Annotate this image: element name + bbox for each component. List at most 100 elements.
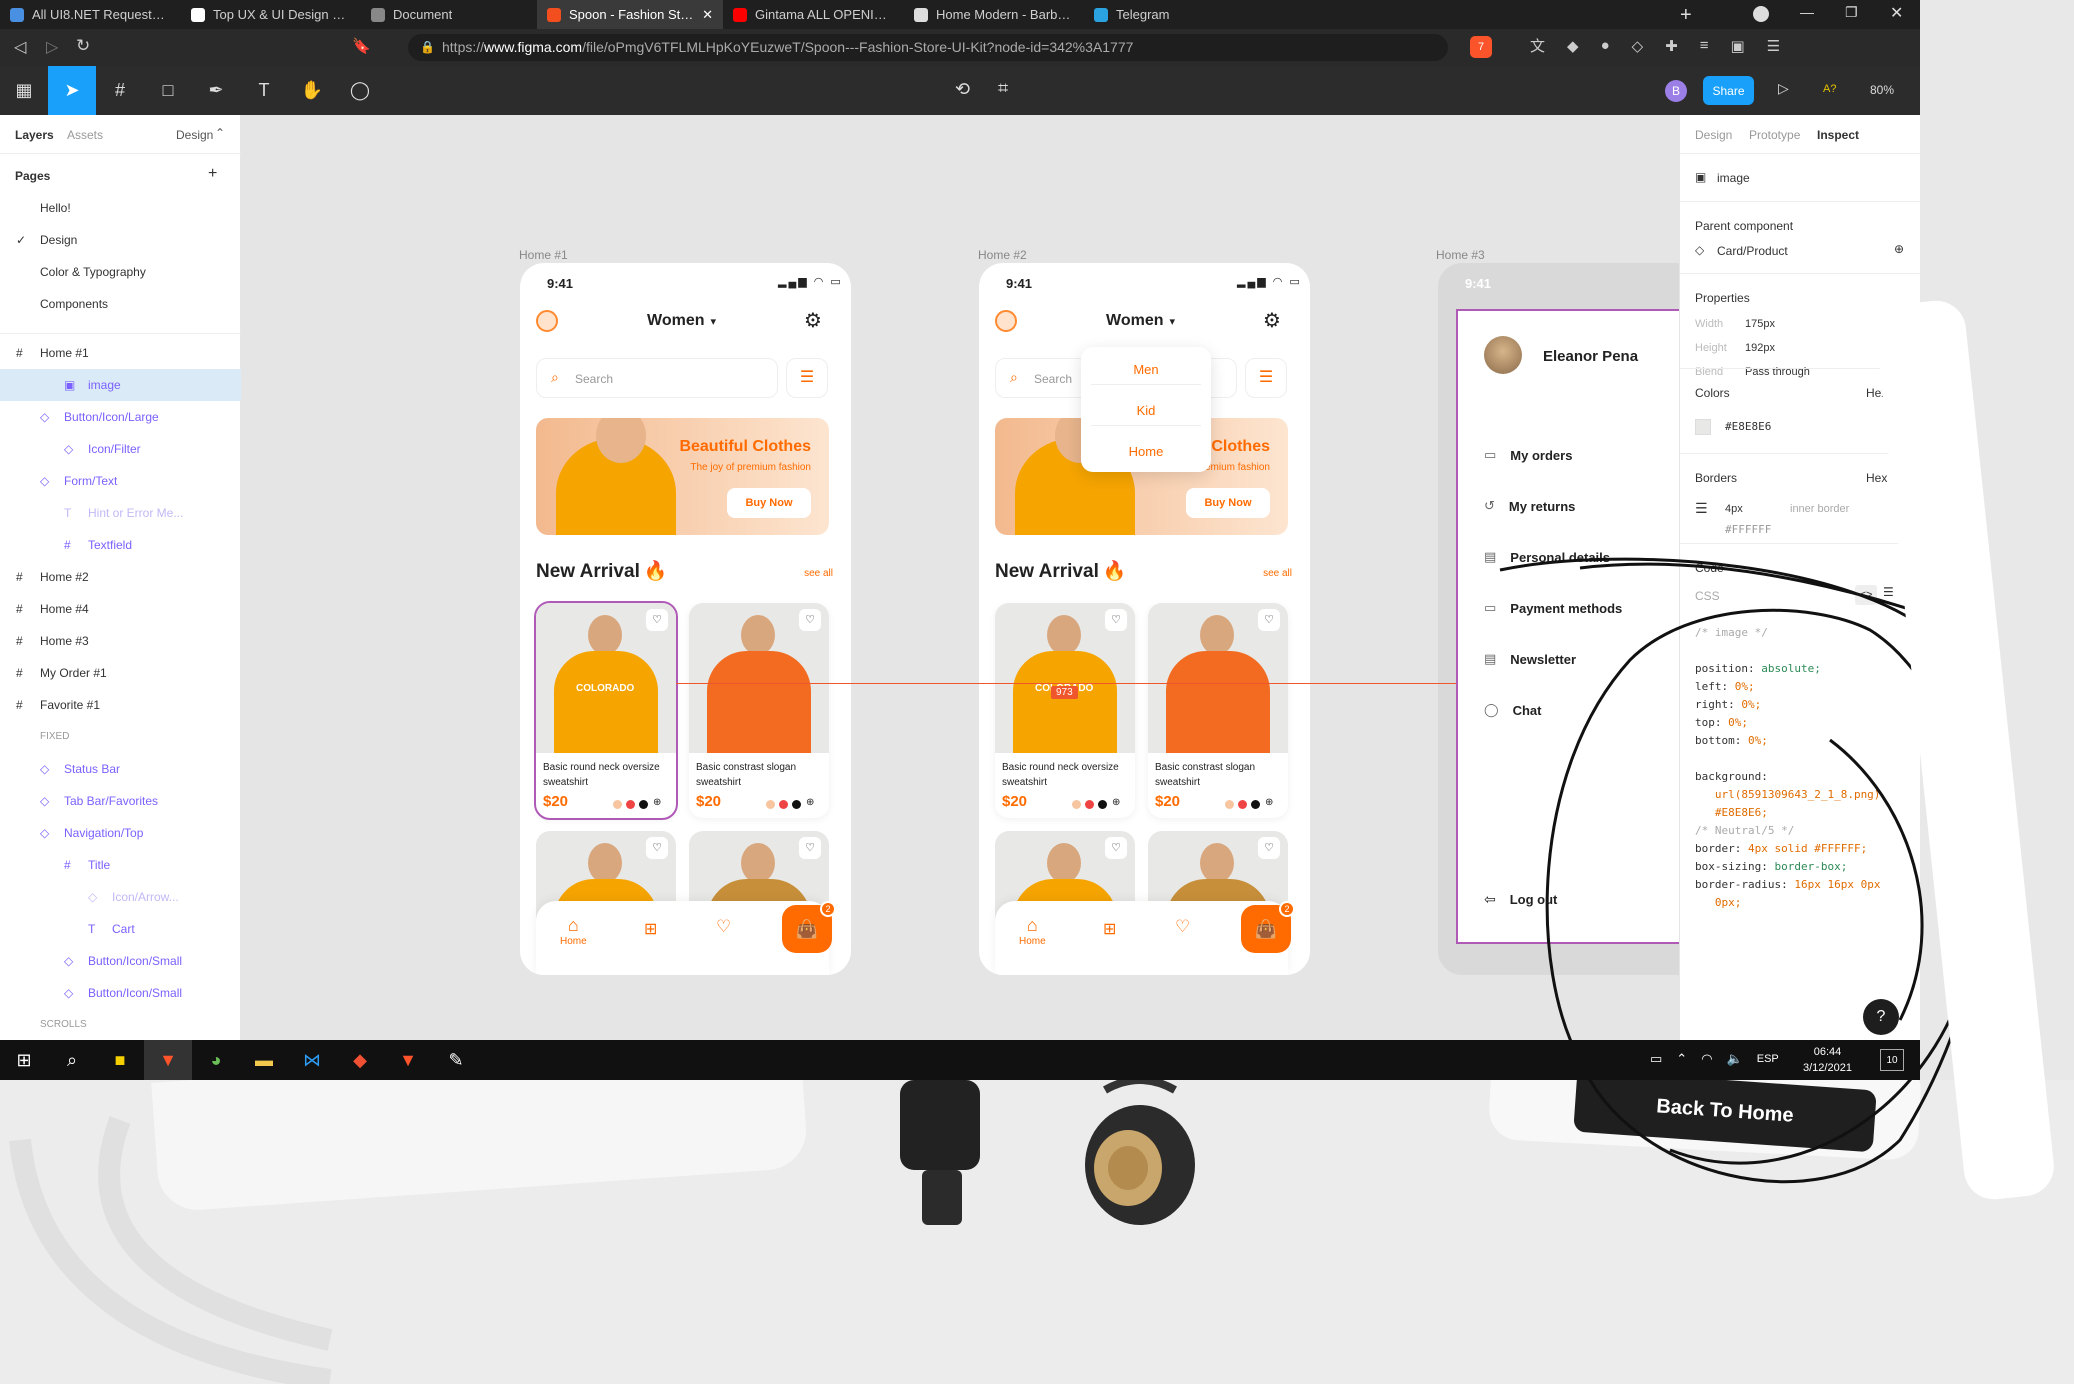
- tool-icon[interactable]: ✎: [432, 1040, 480, 1080]
- browser-tab-1[interactable]: Top UX & UI Design Resources — UI8: [181, 0, 361, 29]
- bookmark-icon[interactable]: 🔖: [352, 37, 371, 55]
- git-icon[interactable]: ◆: [336, 1040, 384, 1080]
- product-card[interactable]: ♡ Basic constrast slogan sweatshirt $20 ⊕: [1148, 603, 1288, 818]
- accessibility-button[interactable]: A?: [1823, 83, 1836, 95]
- layer-item-6[interactable]: # Textfield: [0, 529, 241, 561]
- chevron-up-icon[interactable]: ⌃: [215, 126, 225, 140]
- heart-icon[interactable]: ♡: [1105, 609, 1127, 631]
- color-swatch[interactable]: [1072, 800, 1081, 809]
- layer-item-7[interactable]: # Home #2: [0, 561, 241, 593]
- grammar-icon[interactable]: ●: [1601, 37, 1610, 54]
- browser-tab-3[interactable]: Spoon - Fashion Store UI Kit – Fig ✕: [537, 0, 723, 29]
- url-input[interactable]: 🔒 https://www.figma.com/file/oPmgV6TFLML…: [408, 34, 1448, 61]
- settings-gear-icon[interactable]: ⚙: [804, 308, 822, 333]
- reload-icon[interactable]: ↻: [76, 36, 90, 56]
- language-indicator[interactable]: ESP: [1757, 1053, 1779, 1065]
- page-item-2[interactable]: Color & Typography: [0, 256, 241, 288]
- buy-now-button[interactable]: Buy Now: [727, 488, 811, 518]
- hand-tool-icon[interactable]: ✋: [288, 66, 336, 115]
- translate-icon[interactable]: 文: [1530, 35, 1545, 56]
- wifi-icon[interactable]: ◠: [1701, 1051, 1712, 1067]
- volume-icon[interactable]: 🔈: [1727, 1051, 1743, 1067]
- brave-browser-icon[interactable]: ▼: [144, 1040, 192, 1080]
- color-swatch[interactable]: [779, 800, 788, 809]
- tab-assets[interactable]: Assets: [67, 128, 103, 142]
- color-swatch[interactable]: [1238, 800, 1247, 809]
- restore-icon[interactable]: ❐: [1845, 4, 1858, 21]
- tab-home[interactable]: ⌂ Home: [1019, 915, 1046, 947]
- heart-icon[interactable]: ♡: [799, 837, 821, 859]
- forward-icon[interactable]: ▷: [46, 37, 58, 57]
- layer-item-8[interactable]: # Home #4: [0, 593, 241, 625]
- color-swatch[interactable]: [639, 800, 648, 809]
- search-input[interactable]: ⌕ Search: [536, 358, 778, 398]
- borders-hex-dropdown[interactable]: Hex: [1866, 471, 1887, 485]
- layer-item-10[interactable]: # My Order #1: [0, 657, 241, 689]
- layer-item-20[interactable]: ◇ Button/Icon/Small: [0, 977, 241, 1009]
- color-swatch[interactable]: [626, 800, 635, 809]
- color-swatch[interactable]: [792, 800, 801, 809]
- product-card[interactable]: COLORADO♡Basic round neck oversize sweat…: [995, 603, 1135, 818]
- layer-item-19[interactable]: ◇ Button/Icon/Small: [0, 945, 241, 977]
- heart-icon[interactable]: ♡: [799, 609, 821, 631]
- layer-item-12[interactable]: FIXED: [0, 721, 241, 753]
- sticky-notes-icon[interactable]: ■: [96, 1040, 144, 1080]
- close-window-icon[interactable]: ✕: [1890, 3, 1903, 23]
- color-swatch[interactable]: [1085, 800, 1094, 809]
- layer-item-15[interactable]: ◇ Navigation/Top: [0, 817, 241, 849]
- profile-avatar-icon[interactable]: [995, 310, 1017, 332]
- heart-icon[interactable]: ♡: [646, 837, 668, 859]
- category-selector[interactable]: Women ▾: [1106, 312, 1175, 330]
- see-all-link[interactable]: see all: [1263, 568, 1292, 579]
- layer-item-9[interactable]: # Home #3: [0, 625, 241, 657]
- layer-item-0[interactable]: # Home #1: [0, 337, 241, 369]
- dropdown-item-men[interactable]: Men: [1091, 355, 1201, 385]
- buy-now-button[interactable]: Buy Now: [1186, 488, 1270, 518]
- layer-item-11[interactable]: # Favorite #1: [0, 689, 241, 721]
- layer-item-13[interactable]: ◇ Status Bar: [0, 753, 241, 785]
- playlist-icon[interactable]: ≡: [1700, 37, 1709, 54]
- profile-menu-item[interactable]: ▭My orders›: [1484, 443, 1679, 467]
- frame-tool-icon[interactable]: #: [96, 66, 144, 115]
- text-tool-icon[interactable]: T: [240, 66, 288, 115]
- target-icon[interactable]: ⊕: [1894, 242, 1904, 256]
- vscode-icon[interactable]: ⋈: [288, 1040, 336, 1080]
- category-selector[interactable]: Women ▾: [647, 312, 716, 330]
- phone-frame-home-1[interactable]: 9:41 ▂▄▆ ◠ ▭ Women ▾ ⚙ ⌕ Search ☰ Beautiful Clot…: [520, 263, 851, 975]
- heart-icon[interactable]: ♡: [1258, 609, 1280, 631]
- layer-item-16[interactable]: # Title: [0, 849, 241, 881]
- grid-icon[interactable]: ⊞: [1103, 919, 1116, 939]
- file-explorer-icon[interactable]: ▬: [240, 1040, 288, 1080]
- settings-gear-icon[interactable]: ⚙: [1263, 308, 1281, 333]
- color-swatch[interactable]: [1251, 800, 1260, 809]
- heart-tab-icon[interactable]: ♡: [1175, 917, 1190, 937]
- user-avatar[interactable]: B: [1665, 80, 1687, 102]
- page-item-3[interactable]: Components: [0, 288, 241, 320]
- tab-home[interactable]: ⌂ Home: [560, 915, 587, 947]
- dropbox-icon[interactable]: ◇: [1632, 37, 1644, 55]
- promo-banner[interactable]: Beautiful Clothes The joy of premium fash…: [536, 418, 829, 535]
- wallet-icon[interactable]: ▣: [1731, 37, 1745, 55]
- heart-tab-icon[interactable]: ♡: [716, 917, 731, 937]
- shape-tool-icon[interactable]: □: [144, 66, 192, 115]
- move-tool-icon[interactable]: ➤: [48, 66, 96, 115]
- see-all-link[interactable]: see all: [804, 568, 833, 579]
- extension-icon[interactable]: ◆: [1567, 37, 1579, 55]
- frame-title-home-2[interactable]: Home #2: [978, 248, 1027, 262]
- layer-item-17[interactable]: ◇ Icon/Arrow...: [0, 881, 241, 913]
- layer-item-21[interactable]: SCROLLS: [0, 1009, 241, 1041]
- layer-item-2[interactable]: ◇ Button/Icon/Large: [0, 401, 241, 433]
- browser-tab-5[interactable]: Home Modern - Barberry Furniture: [904, 0, 1084, 29]
- product-card[interactable]: ♡ Basic constrast slogan sweatshirt $20 ⊕: [689, 603, 829, 818]
- layer-item-4[interactable]: ◇ Form/Text: [0, 465, 241, 497]
- component-icon[interactable]: ⟲: [955, 79, 970, 100]
- dropdown-item-kid[interactable]: Kid: [1091, 396, 1201, 426]
- present-icon[interactable]: ▷: [1778, 80, 1789, 97]
- puzzle-icon[interactable]: ✚: [1665, 37, 1678, 55]
- filter-button[interactable]: ☰: [786, 358, 828, 398]
- profile-avatar[interactable]: [1484, 336, 1522, 374]
- tab-design[interactable]: Design: [1695, 128, 1732, 142]
- tab-layers[interactable]: Layers: [15, 128, 54, 142]
- more-colors-icon[interactable]: ⊕: [806, 797, 814, 808]
- layer-item-14[interactable]: ◇ Tab Bar/Favorites: [0, 785, 241, 817]
